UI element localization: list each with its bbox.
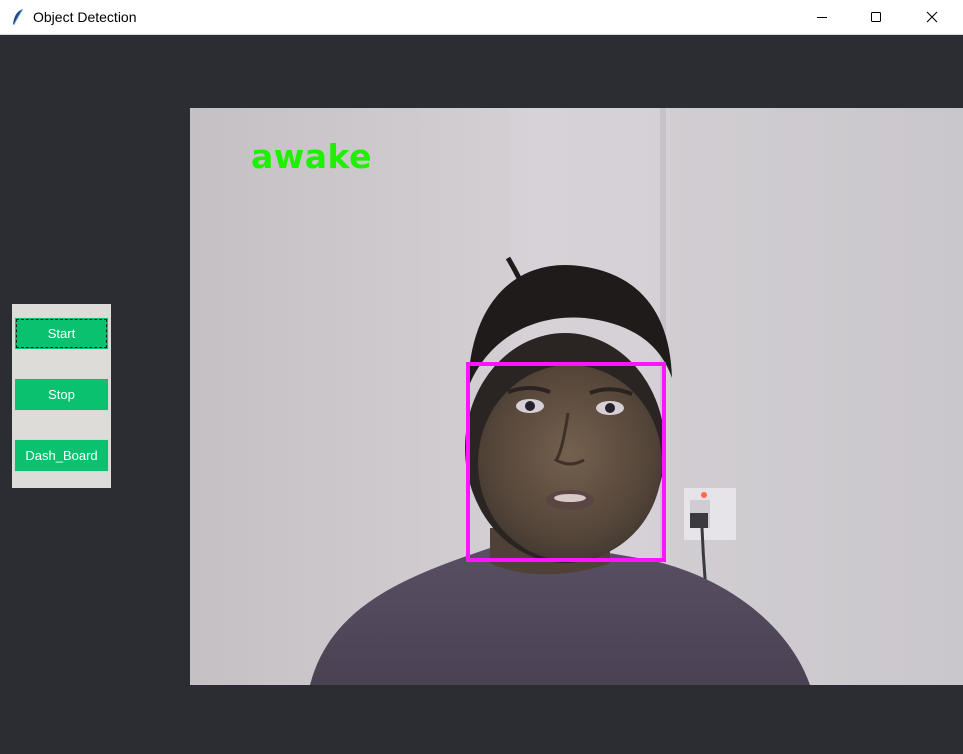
face-detection-box: [466, 362, 666, 562]
maximize-icon: [870, 8, 882, 27]
minimize-icon: [816, 8, 828, 27]
stop-button[interactable]: Stop: [14, 378, 109, 411]
maximize-button[interactable]: [853, 0, 899, 34]
window-title: Object Detection: [33, 9, 137, 25]
feather-icon: [11, 8, 25, 26]
control-panel: Start Stop Dash_Board: [12, 304, 111, 488]
title-bar[interactable]: Object Detection: [0, 0, 963, 35]
close-button[interactable]: [909, 0, 955, 34]
close-icon: [926, 8, 938, 27]
status-label: awake: [251, 137, 372, 176]
minimize-button[interactable]: [799, 0, 845, 34]
start-button[interactable]: Start: [14, 317, 109, 350]
dashboard-button[interactable]: Dash_Board: [14, 439, 109, 472]
app-window: Object Detection Start Stop Dash_Board a…: [0, 0, 963, 754]
